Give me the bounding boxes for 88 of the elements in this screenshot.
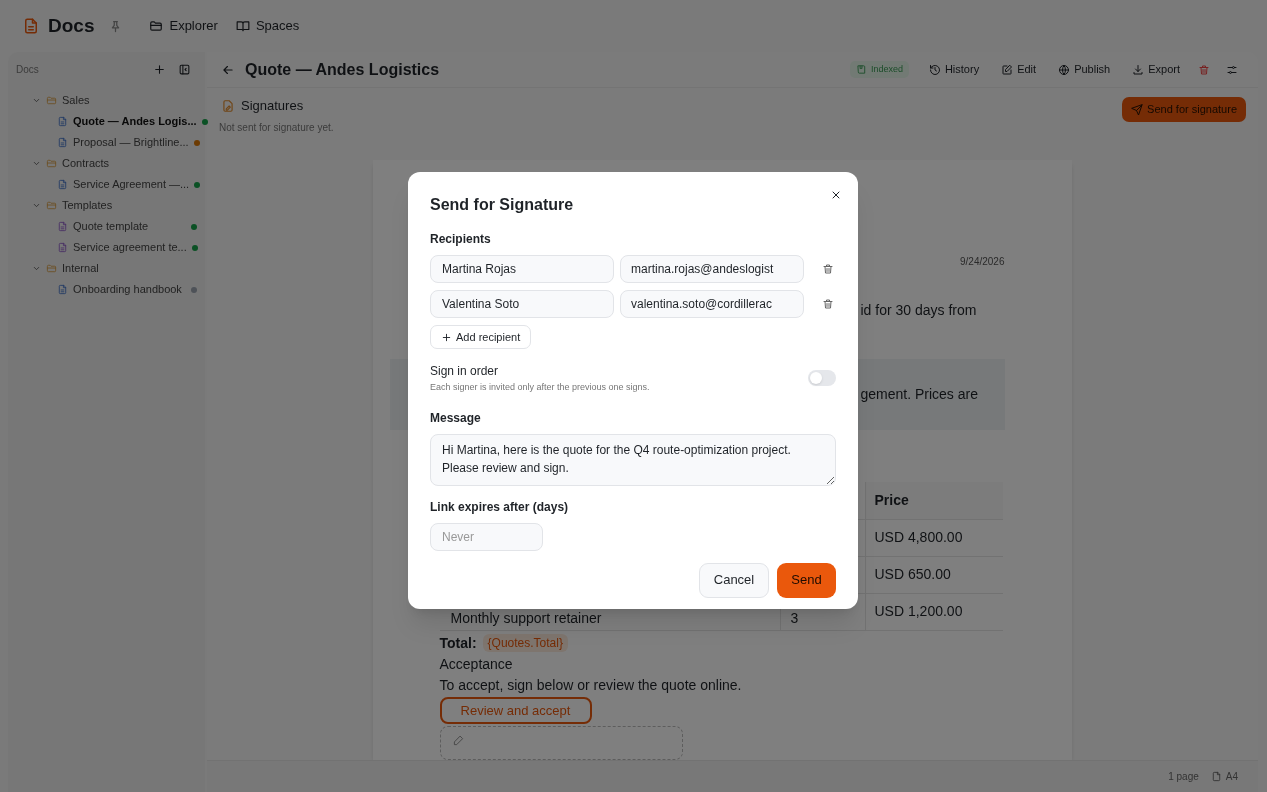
toolbar-button[interactable]: Export [1128,61,1184,78]
collapse-sidebar-icon[interactable] [178,62,191,76]
sliders-icon[interactable] [1226,63,1238,76]
indexed-badge: Indexed [849,60,909,79]
toolbar-button[interactable]: Edit [997,61,1041,78]
app-title: Docs [48,13,95,38]
edit-icon [1001,63,1014,76]
send-button[interactable]: Send [777,562,836,598]
folder-item[interactable]: Internal [8,258,205,279]
document-item[interactable]: Quote — Andes Logis... [8,111,205,132]
folder-item[interactable]: Templates [8,195,205,216]
folder-icon [46,95,57,106]
add-recipient-button[interactable]: Add recipient [430,325,532,349]
toolbar-button[interactable]: Publish [1054,61,1115,78]
document-item[interactable]: Onboarding handbook [8,279,205,300]
signature-status: Not sent for signature yet. [219,120,335,135]
index-icon [855,64,867,75]
trash-icon[interactable] [1198,63,1210,76]
close-icon[interactable] [830,189,842,201]
page-icon [1210,771,1222,782]
page-size: A4 [1225,770,1238,784]
page-count: 1 page [1168,770,1199,784]
book-icon [235,19,250,33]
document-item[interactable]: Quote template [8,216,205,237]
chevron-down-icon[interactable] [32,96,41,105]
folder-item[interactable]: Sales [8,90,205,111]
history-icon [928,63,941,76]
sidebar-title: Docs [16,62,40,77]
toolbar-button[interactable]: History [924,61,984,78]
email-field[interactable]: martina.rojas@andeslogist [620,255,804,283]
file-icon [57,116,68,127]
cancel-button[interactable]: Cancel [699,562,769,598]
section-heading: Acceptance [439,654,514,674]
table-cell-text: USD 4,800.00 [874,528,963,548]
file-icon [57,242,68,253]
dialog-title: Send for Signature [430,195,574,215]
folder-item[interactable]: Contracts [8,153,205,174]
field-label: Recipients [430,231,492,248]
trash-icon[interactable] [822,263,834,275]
name-field[interactable]: Martina Rojas [430,255,614,283]
plus-icon [441,331,452,343]
table-cell-text: Monthly support retainer [450,608,602,628]
document-title: Quote — Andes Logistics [245,59,441,80]
message-field[interactable]: Hi Martina, here is the quote for the Q4 route-optimization project. Please review and sign. [430,433,836,486]
file-icon [57,284,68,295]
nav-tab[interactable]: Explorer [149,16,218,36]
folder-icon [149,19,164,33]
table-header-cell: Price [864,481,1003,520]
chevron-down-icon[interactable] [32,159,41,168]
pencil-icon [452,735,464,747]
file-icon [57,179,68,190]
nav-tab[interactable]: Spaces [235,16,300,36]
review-button[interactable]: Review and accept [439,696,592,725]
chevron-down-icon[interactable] [32,201,41,210]
expiry-field[interactable]: Never [430,522,543,551]
document-date: 9/24/2026 [960,254,1005,269]
document-text: gement. Prices are [860,384,978,404]
document-item[interactable]: Service agreement te... [8,237,205,258]
file-icon [57,221,68,232]
field-label: Link expires after (days) [430,498,570,516]
folder-icon [46,200,57,211]
document-text: id for 30 days from [860,301,977,318]
table-cell-text: USD 1,200.00 [874,602,963,622]
trash-icon[interactable] [822,298,834,310]
plus-icon[interactable] [153,62,166,76]
document-item[interactable]: Service Agreement —... [8,174,205,195]
folder-icon [46,263,57,274]
document-icon [22,17,40,35]
download-icon [1132,63,1145,76]
file-icon [57,137,68,148]
table-cell-text: USD 650.00 [874,565,951,585]
folder-icon [46,158,57,169]
globe-icon [1058,63,1071,76]
section-title: Signatures [241,97,304,115]
chevron-down-icon[interactable] [32,264,41,273]
document-item[interactable]: Proposal — Brightline... [8,132,205,153]
field-label: Message [430,409,482,427]
toggle-switch[interactable] [808,370,836,387]
signature-icon [221,98,235,113]
field-label: Sign in order [430,363,500,380]
total-label: Total: [439,633,477,653]
table-cell-text: 3 [790,608,799,628]
paragraph: To accept, sign below or review the quote online. [439,675,743,695]
name-field[interactable]: Valentina Soto [430,290,614,318]
email-field[interactable]: valentina.soto@cordillerac [620,290,804,318]
hint-text: Each signer is invited only after the previous one signs. [430,381,651,394]
variable-tag: {Quotes.Total} [482,634,568,653]
send-icon [1131,103,1144,116]
